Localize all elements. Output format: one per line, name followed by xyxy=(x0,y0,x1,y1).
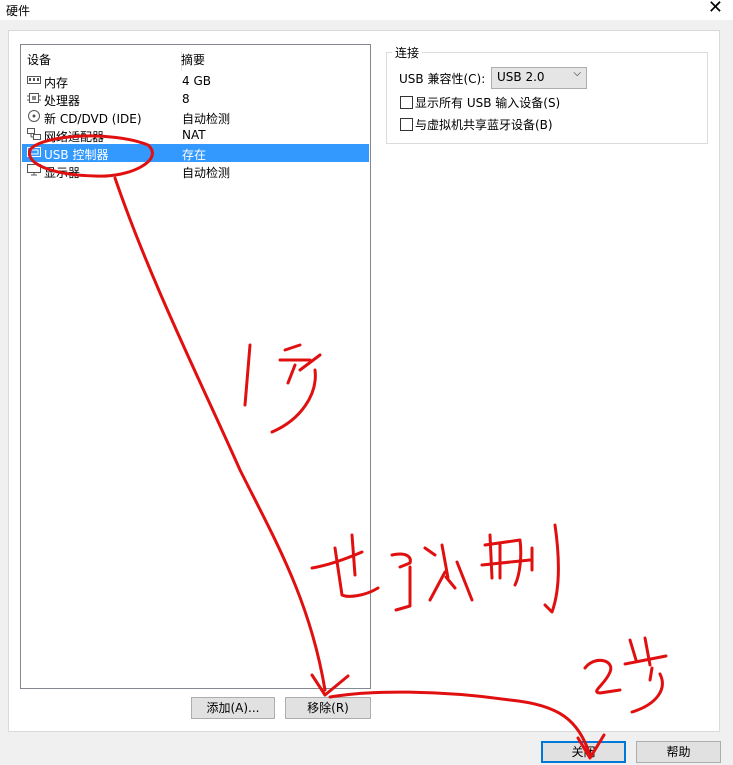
usb-icon xyxy=(27,146,41,158)
device-summary: 4 GB xyxy=(182,74,211,88)
display-icon xyxy=(27,164,41,176)
device-label: 处理器 xyxy=(44,94,81,108)
usb-compatibility-select[interactable]: USB 2.0 ⌵ xyxy=(491,67,587,89)
cpu-icon xyxy=(27,92,41,104)
network-icon xyxy=(27,128,41,140)
device-list[interactable]: 设备 摘要 内存 4 GB 处理器 8 新 CD/DVD (IDE) 自动检测 … xyxy=(20,44,371,689)
device-summary: 8 xyxy=(182,92,190,106)
usb-compatibility-value: USB 2.0 xyxy=(497,70,545,84)
cd-icon xyxy=(27,110,41,122)
column-header-device[interactable]: 设备 xyxy=(27,51,51,68)
device-label: 内存 xyxy=(44,76,69,90)
device-row-usb-controller[interactable]: USB 控制器 存在 xyxy=(22,144,369,162)
close-button[interactable]: 关闭 xyxy=(541,741,626,763)
memory-icon xyxy=(27,74,41,86)
device-label: 显示器 xyxy=(44,166,81,180)
add-button[interactable]: 添加(A)... xyxy=(191,697,275,719)
chevron-down-icon: ⌵ xyxy=(573,68,581,79)
device-row-network[interactable]: 网络适配器 NAT xyxy=(22,126,369,144)
share-bluetooth-label[interactable]: 与虚拟机共享蓝牙设备(B) xyxy=(415,116,553,133)
list-header: 设备 摘要 xyxy=(27,51,370,71)
share-bluetooth-checkbox[interactable] xyxy=(400,118,413,131)
help-button[interactable]: 帮助 xyxy=(636,741,721,763)
device-row-memory[interactable]: 内存 4 GB xyxy=(22,72,369,90)
title-bar: 硬件 ✕ xyxy=(0,0,733,20)
device-label: 新 CD/DVD (IDE) xyxy=(44,112,142,126)
connection-group-title: 连接 xyxy=(392,44,423,61)
device-summary: NAT xyxy=(182,128,206,142)
device-summary: 自动检测 xyxy=(182,166,231,180)
device-row-cd-dvd[interactable]: 新 CD/DVD (IDE) 自动检测 xyxy=(22,108,369,126)
device-row-cpu[interactable]: 处理器 8 xyxy=(22,90,369,108)
device-row-display[interactable]: 显示器 自动检测 xyxy=(22,162,369,180)
close-icon[interactable]: ✕ xyxy=(708,0,723,17)
device-label: 网络适配器 xyxy=(44,130,105,144)
column-header-summary[interactable]: 摘要 xyxy=(181,51,205,68)
remove-button[interactable]: 移除(R) xyxy=(285,697,371,719)
device-label: USB 控制器 xyxy=(44,148,109,162)
window-title: 硬件 xyxy=(6,4,31,18)
device-summary: 自动检测 xyxy=(182,112,231,126)
usb-compatibility-label: USB 兼容性(C): xyxy=(399,72,486,86)
show-all-usb-label[interactable]: 显示所有 USB 输入设备(S) xyxy=(415,94,560,111)
device-summary: 存在 xyxy=(182,148,207,162)
show-all-usb-checkbox[interactable] xyxy=(400,96,413,109)
